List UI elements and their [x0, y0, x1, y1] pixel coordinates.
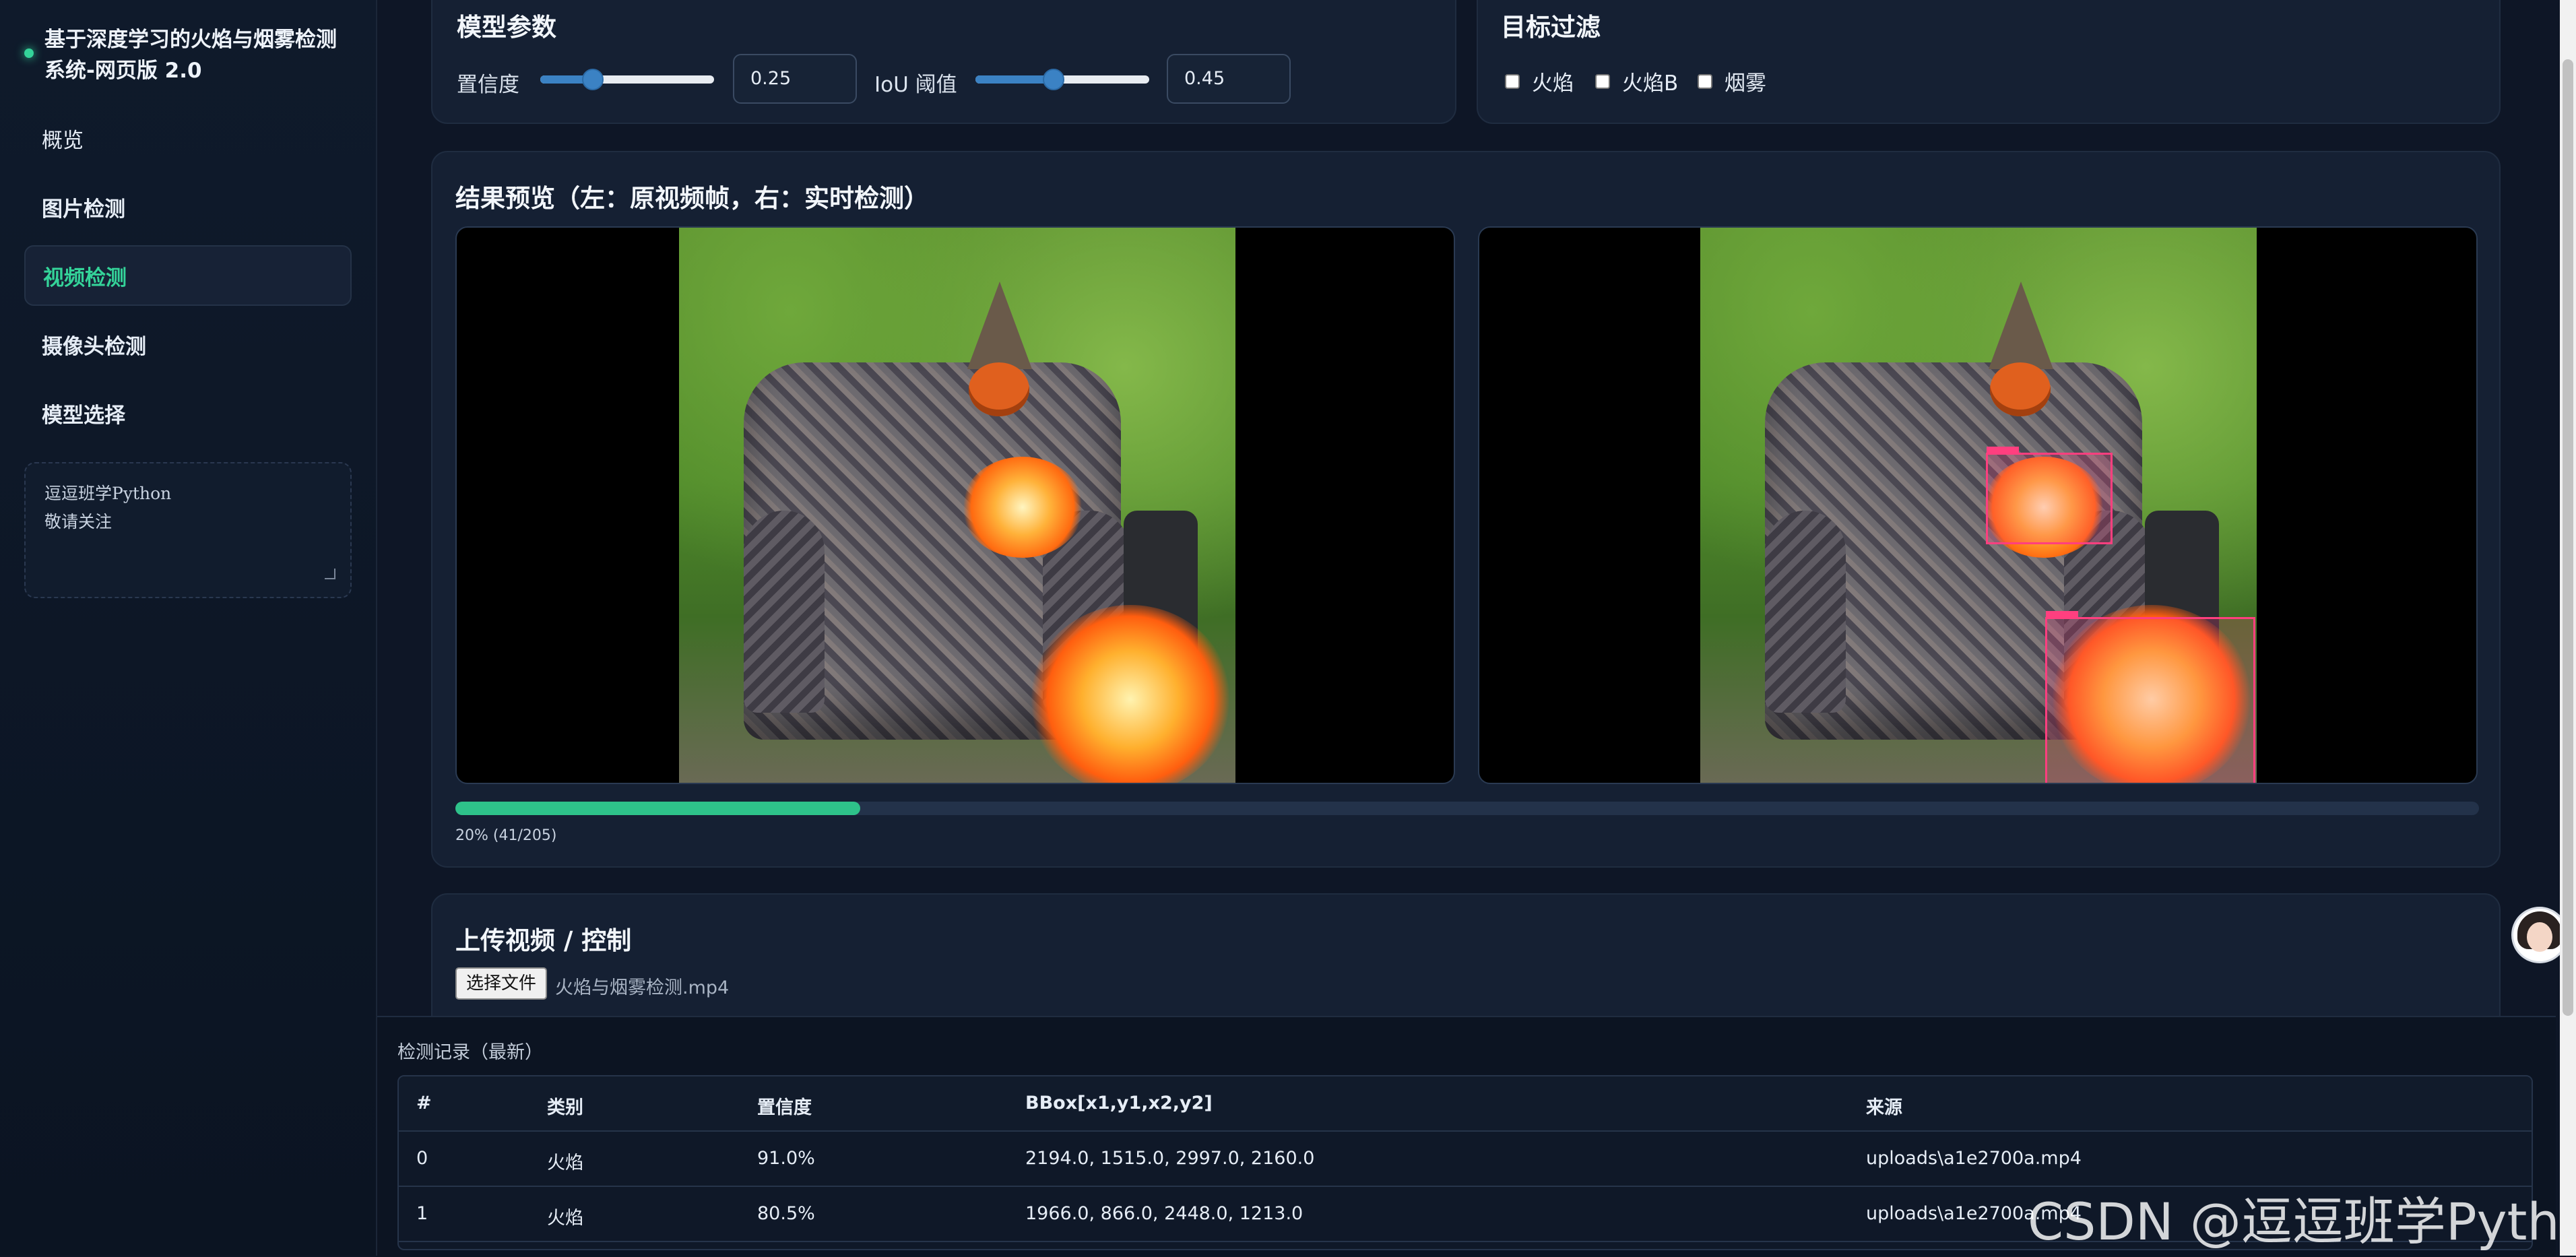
- sidebar-item-camera-detection[interactable]: 摄像头检测: [24, 314, 352, 375]
- iou-slider[interactable]: [975, 69, 1149, 90]
- iou-input[interactable]: 0.45: [1167, 54, 1291, 104]
- table-cell: uploads\a1e2700a.mp4: [1866, 1148, 2082, 1169]
- detection-label-tag: [1987, 447, 2019, 453]
- filter-fire-label: 火焰: [1532, 71, 1574, 96]
- log-title: 检测记录（最新）: [397, 1042, 543, 1063]
- iou-label: IoU 阈值: [874, 73, 957, 97]
- checkbox-icon[interactable]: [1595, 73, 1610, 89]
- table-cell: 1: [416, 1203, 428, 1224]
- fire-region: [1029, 605, 1231, 783]
- filter-fire-checkbox[interactable]: 火焰: [1505, 66, 1574, 96]
- sidebar-nav: 概览 图片检测 视频检测 摄像头检测 模型选择: [24, 108, 352, 451]
- progress-fill: [455, 802, 860, 815]
- model-params-title: 模型参数: [457, 13, 556, 42]
- confidence-slider[interactable]: [540, 69, 714, 90]
- status-dot-icon: [24, 49, 34, 58]
- pumpkin-figure: [1990, 362, 2051, 416]
- sidebar-item-video-detection[interactable]: 视频检测: [24, 245, 352, 306]
- detection-box: [2045, 611, 2255, 783]
- video-frame-image: [679, 228, 1235, 783]
- table-cell: 91.0%: [757, 1148, 815, 1169]
- progress-text: 20% (41/205): [455, 827, 557, 844]
- confidence-slider-thumb[interactable]: [582, 69, 604, 90]
- sidebar-item-model-selection[interactable]: 模型选择: [24, 383, 352, 443]
- resize-grip-icon[interactable]: [325, 569, 335, 579]
- upload-title: 上传视频 / 控制: [455, 926, 632, 955]
- brand: 基于深度学习的火焰与烟雾检测系统-网页版 2.0: [20, 24, 357, 86]
- progress-bar: [455, 802, 2479, 815]
- table-row: 0 火焰 91.0% 2194.0, 1515.0, 2997.0, 2160.…: [399, 1132, 2532, 1187]
- target-filter-title: 目标过滤: [1501, 13, 1601, 42]
- checkbox-icon[interactable]: [1505, 73, 1520, 89]
- target-filter-panel: 目标过滤 火焰 火焰B 烟雾: [1477, 0, 2501, 124]
- page-scrollbar[interactable]: [2560, 0, 2576, 1256]
- preview-panel: 结果预览（左：原视频帧，右：实时检测） 20% (41/205): [431, 151, 2501, 868]
- filter-fire-b-label: 火焰B: [1622, 71, 1679, 96]
- iou-slider-thumb[interactable]: [1043, 69, 1064, 90]
- column-header: #: [416, 1093, 432, 1114]
- table-cell: 火焰: [547, 1208, 583, 1229]
- table-cell: 1966.0, 866.0, 2448.0, 1213.0: [1025, 1203, 1303, 1224]
- filter-smoke-label: 烟雾: [1725, 71, 1766, 96]
- detection-frame: [1478, 226, 2478, 784]
- pumpkin-figure: [969, 362, 1029, 416]
- sidebar-item-overview[interactable]: 概览: [24, 108, 352, 168]
- table-cell: 0: [416, 1148, 428, 1169]
- model-params-panel: 模型参数 置信度 0.25 IoU 阈值 0.45: [431, 0, 1456, 124]
- checkbox-icon[interactable]: [1698, 73, 1712, 89]
- sidebar-item-image-detection[interactable]: 图片检测: [24, 176, 352, 237]
- watermark: CSDN @逗逗班学Python: [2028, 1192, 2576, 1252]
- confidence-input[interactable]: 0.25: [733, 54, 857, 104]
- detection-box: [1986, 447, 2113, 544]
- table-header-row: # 类别 置信度 BBox[x1,y1,x2,y2] 来源: [399, 1076, 2532, 1132]
- iou-slider-fill: [975, 75, 1054, 84]
- note-line: 敬请关注: [44, 512, 112, 531]
- preview-title: 结果预览（左：原视频帧，右：实时检测）: [455, 184, 929, 213]
- app-title: 基于深度学习的火焰与烟雾检测系统-网页版 2.0: [44, 28, 337, 83]
- filter-fire-b-checkbox[interactable]: 火焰B: [1595, 66, 1678, 96]
- note-textarea[interactable]: 逗逗班学Python 敬请关注: [24, 462, 352, 598]
- video-frame-image: [1700, 228, 2257, 783]
- choose-file-button[interactable]: 选择文件: [455, 967, 548, 1000]
- original-frame: [455, 226, 1455, 784]
- scroll-thumb[interactable]: [2563, 59, 2573, 1016]
- note-line: 逗逗班学Python: [44, 484, 172, 503]
- table-cell: 2194.0, 1515.0, 2997.0, 2160.0: [1025, 1148, 1315, 1169]
- file-name: 火焰与烟雾检测.mp4: [555, 977, 730, 998]
- table-cell: 火焰: [547, 1153, 583, 1173]
- table-cell: 80.5%: [757, 1203, 815, 1224]
- column-header: BBox[x1,y1,x2,y2]: [1025, 1093, 1213, 1114]
- filter-smoke-checkbox[interactable]: 烟雾: [1698, 66, 1766, 96]
- confidence-label: 置信度: [457, 73, 519, 97]
- column-header: 来源: [1866, 1097, 1902, 1118]
- column-header: 置信度: [757, 1097, 812, 1118]
- sidebar: 基于深度学习的火焰与烟雾检测系统-网页版 2.0 概览 图片检测 视频检测 摄像…: [0, 0, 377, 1256]
- fire-region: [962, 457, 1083, 558]
- column-header: 类别: [547, 1097, 583, 1118]
- detection-label-tag: [2046, 611, 2078, 618]
